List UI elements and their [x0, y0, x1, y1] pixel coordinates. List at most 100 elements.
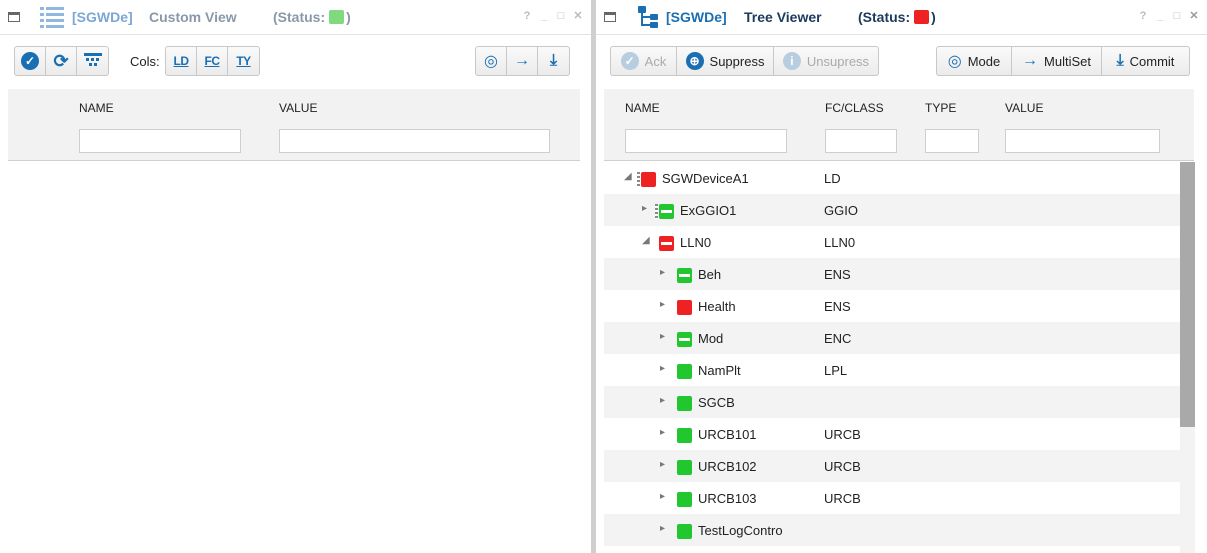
window-icon[interactable] [8, 12, 20, 22]
tree-row[interactable]: ▸ Health ENS [604, 290, 1180, 322]
expand-icon[interactable]: ▸ [660, 363, 665, 374]
tree-node-name: SGCB [698, 395, 735, 410]
mode-label: Mode [967, 53, 1001, 69]
tree-node-name: Beh [698, 267, 722, 282]
scrollbar-thumb[interactable] [1180, 162, 1195, 427]
close-button[interactable]: ✕ [573, 10, 583, 22]
status-icon [659, 204, 674, 219]
expand-icon[interactable]: ▸ [660, 267, 665, 278]
col-fc-button[interactable]: FC [197, 47, 228, 75]
expand-icon[interactable]: ▸ [660, 459, 665, 470]
vertical-scrollbar[interactable] [1180, 162, 1195, 553]
commit-button[interactable]: ⤓ [538, 47, 569, 75]
value-filter-input[interactable] [1005, 129, 1160, 153]
expand-icon[interactable]: ▸ [642, 203, 647, 214]
commit-button[interactable]: ⤓ Commit [1102, 47, 1189, 75]
help-button[interactable]: ? [522, 10, 532, 22]
tree-row[interactable]: ◢ SGWDeviceA1 LD [604, 162, 1180, 194]
col-ld-button[interactable]: LD [166, 47, 197, 75]
tree-row[interactable]: ▸ ExGGIO1 GGIO [604, 194, 1180, 226]
check-button[interactable]: ✓ [15, 47, 46, 75]
tree-node-fc-class: ENS [824, 267, 851, 282]
status-icon [659, 236, 674, 251]
status-icon [677, 524, 692, 539]
unsupress-button[interactable]: i Unsupress [774, 47, 878, 75]
status-indicator [914, 10, 930, 24]
tree-node-name: Mod [698, 331, 724, 346]
refresh-button[interactable]: ⟳ [46, 47, 77, 75]
expand-icon[interactable]: ▸ [660, 395, 665, 406]
minimize-button[interactable]: _ [1155, 10, 1165, 22]
tree-row[interactable]: ▸ TestLogContro [604, 514, 1180, 546]
tree-grid-icon [83, 52, 102, 70]
tree-viewer-panel: [SGWDe] Tree Viewer (Status:) ? _ □ ✕ ✓ … [596, 0, 1207, 553]
status-icon [677, 460, 692, 475]
column-toggle-group: LD FC TY [165, 46, 260, 76]
status-close: ) [346, 9, 351, 25]
status-icon [677, 428, 692, 443]
tree-row[interactable]: ▸ Beh ENS [604, 258, 1180, 290]
quality-flag-icon [637, 172, 640, 187]
name-filter-input[interactable] [79, 129, 241, 153]
status-label: (Status: [858, 9, 911, 25]
name-filter-input[interactable] [625, 129, 787, 153]
quality-flag-icon [655, 204, 658, 219]
mode-button[interactable]: ◎ Mode [937, 47, 1012, 75]
status-icon [677, 364, 692, 379]
tree-row[interactable]: ▸ URCB103 URCB [604, 482, 1180, 514]
expand-icon[interactable]: ▸ [660, 427, 665, 438]
collapse-icon[interactable]: ◢ [642, 235, 650, 246]
status-icon [677, 396, 692, 411]
tree-node-fc-class: LPL [824, 363, 848, 378]
panel-status: (Status:) [273, 9, 351, 25]
tree-row[interactable]: ▸ Mod ENC [604, 322, 1180, 354]
expand-icon[interactable]: ▸ [660, 491, 665, 502]
tree-row[interactable]: ◢ LLN0 LLN0 [604, 226, 1180, 258]
multiset-button[interactable]: → [507, 47, 538, 75]
check-icon: ✓ [620, 52, 639, 70]
column-header-value[interactable]: VALUE [279, 101, 317, 115]
type-filter-input[interactable] [925, 129, 979, 153]
tree-row[interactable]: ▸ URCB102 URCB [604, 450, 1180, 482]
refresh-icon: ⟳ [53, 50, 69, 71]
column-header-name[interactable]: NAME [625, 101, 660, 115]
minimize-button[interactable]: _ [539, 10, 549, 22]
status-icon [677, 332, 692, 347]
expand-icon[interactable]: ▸ [660, 331, 665, 342]
tree-row[interactable]: ▸ NamPlt LPL [604, 354, 1180, 386]
tree-row[interactable]: ▸ SGCB [604, 386, 1180, 418]
window-icon[interactable] [604, 12, 616, 22]
tree-row[interactable]: ▸ URCB101 URCB [604, 418, 1180, 450]
ack-button[interactable]: ✓ Ack [611, 47, 677, 75]
mode-button[interactable]: ◎ [476, 47, 507, 75]
arrow-right-icon: → [1022, 52, 1039, 69]
tree-filter-button[interactable] [77, 47, 108, 75]
status-indicator [329, 10, 345, 24]
col-ty-button[interactable]: TY [228, 47, 259, 75]
tree-node-fc-class: ENS [824, 299, 851, 314]
expand-icon[interactable]: ▸ [660, 523, 665, 534]
column-header-name[interactable]: NAME [79, 101, 114, 115]
help-button[interactable]: ? [1138, 10, 1148, 22]
fc-class-filter-input[interactable] [825, 129, 897, 153]
status-close: ) [931, 9, 936, 25]
tree-viewer-toolbar: ✓ Ack ⊕ Suppress i Unsupress ◎ Mode → Mu… [596, 46, 1207, 78]
tree-node-name: SGWDeviceA1 [662, 171, 749, 186]
collapse-icon[interactable]: ◢ [624, 171, 632, 182]
suppress-button[interactable]: ⊕ Suppress [677, 47, 774, 75]
tree-viewer-titlebar: [SGWDe] Tree Viewer (Status:) ? _ □ ✕ [596, 0, 1207, 35]
column-header-fc-class[interactable]: FC/CLASS [825, 101, 884, 115]
value-filter-input[interactable] [279, 129, 550, 153]
tree-grid-header: NAME FC/CLASS TYPE VALUE [604, 89, 1194, 161]
maximize-button[interactable]: □ [556, 10, 566, 22]
tree-node-fc-class: URCB [824, 491, 861, 506]
column-header-value[interactable]: VALUE [1005, 101, 1043, 115]
tree-node-fc-class: ENC [824, 331, 852, 346]
column-header-type[interactable]: TYPE [925, 101, 956, 115]
info-icon: i [782, 52, 801, 70]
multiset-button[interactable]: → MultiSet [1012, 47, 1102, 75]
expand-icon[interactable]: ▸ [660, 299, 665, 310]
maximize-button[interactable]: □ [1172, 10, 1182, 22]
arrow-right-icon: → [514, 52, 530, 69]
close-button[interactable]: ✕ [1189, 10, 1199, 22]
